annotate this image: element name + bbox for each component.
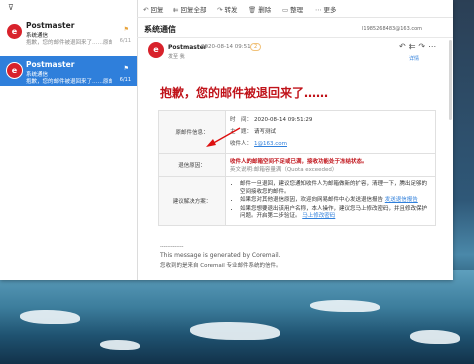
- sender-avatar: e: [148, 42, 164, 58]
- wallpaper-ice: [100, 340, 140, 350]
- wallpaper-ice: [310, 300, 380, 312]
- bounce-report-link[interactable]: 发送退信报告: [385, 197, 418, 203]
- bounce-reason: 收件人的邮箱空间不足或已满，接收功能处于冻结状态。: [230, 159, 368, 165]
- attachment-count-badge[interactable]: 2: [250, 43, 262, 51]
- bounce-english: 英文说明:邮箱容量满（Quota exceeded）: [230, 167, 338, 173]
- message-list: ⊽ e Postmaster ⚑ 系统通信 抱歉，您的邮件被退回来了……原邮..…: [0, 0, 138, 280]
- message-date: 2020-08-14 09:51: [201, 44, 251, 50]
- trash-icon: 🗑: [248, 6, 257, 14]
- more-icon[interactable]: ⋯: [428, 42, 439, 51]
- recipient-key: 收件人：: [230, 141, 253, 147]
- reply-icon[interactable]: ↶: [399, 42, 409, 51]
- change-password-link[interactable]: 马上修改密码: [302, 213, 335, 219]
- footer-english: This message is generated by Coremail.: [160, 252, 281, 259]
- folder-icon: ▭: [282, 6, 289, 14]
- filter-icon[interactable]: ⊽: [8, 3, 14, 12]
- reply-all-icon[interactable]: ⇇: [409, 42, 419, 51]
- more-icon: ⋯: [315, 6, 322, 14]
- details-link[interactable]: 详情: [409, 55, 419, 62]
- organize-button[interactable]: ▭ 整理: [282, 4, 303, 14]
- wallpaper-ice: [410, 330, 460, 344]
- avatar: e: [6, 23, 23, 40]
- time-key: 时 间：: [230, 117, 253, 123]
- reply-all-icon: ⇇: [173, 6, 179, 14]
- sender-name: Postmaster: [26, 60, 75, 69]
- sender-name: Postmaster: [26, 21, 75, 30]
- message-actions: ↶⇇↷⋯: [399, 42, 439, 51]
- solution-cell: 邮件一旦退回，建议您通知收件人为邮箱做新的扩容，清理一下，腾出足够的空间接收您的…: [225, 176, 436, 226]
- forward-button[interactable]: ↷ 转发: [217, 4, 237, 14]
- reply-all-button[interactable]: ⇇ 回复全部: [173, 4, 206, 14]
- reply-icon: ↶: [143, 6, 149, 14]
- subject-key: 主 题：: [230, 129, 253, 135]
- mail-preview: 抱歉，您的邮件被退回来了……原邮...: [26, 40, 112, 46]
- bounce-label: 退信原因：: [158, 153, 226, 177]
- scrollbar[interactable]: [449, 40, 452, 120]
- mail-date: 6/11: [119, 38, 131, 44]
- bounce-reason-cell: 收件人的邮箱空间不足或已满，接收功能处于冻结状态。 英文说明:邮箱容量满（Quo…: [225, 153, 436, 177]
- toolbar: ↶ 回复 ⇇ 回复全部 ↷ 转发 🗑 删除 ▭ 整理 ⋯ 更多: [137, 0, 453, 18]
- mail-window: ⊽ e Postmaster ⚑ 系统通信 抱歉，您的邮件被退回来了……原邮..…: [0, 0, 453, 280]
- recipient-link[interactable]: 1@163.com: [254, 141, 287, 147]
- divider: [137, 37, 453, 38]
- suggestion-item: 邮件一旦退回，建议您通知收件人为邮箱做新的扩容，清理一下，腾出足够的空间接收您的…: [240, 181, 431, 196]
- account-email: l1985268483@163.com: [362, 26, 423, 32]
- forward-icon: ↷: [217, 6, 223, 14]
- bounce-table: 原邮件信息： 时 间： 2020-08-14 09:51:29 主 题： 请写测试 …: [158, 110, 436, 226]
- wallpaper-ice: [190, 322, 280, 340]
- more-button[interactable]: ⋯ 更多: [315, 4, 337, 14]
- sent-to: 发至 我: [168, 54, 185, 60]
- subject-value: 请写测试: [254, 129, 277, 135]
- time-value: 2020-08-14 09:51:29: [254, 117, 313, 123]
- list-item-selected[interactable]: e Postmaster ⚑ 系统通信 抱歉，您的邮件被退回来了……原邮... …: [0, 56, 137, 86]
- list-item[interactable]: e Postmaster ⚑ 系统通信 抱歉，您的邮件被退回来了……原邮... …: [0, 17, 137, 47]
- mail-preview: 抱歉，您的邮件被退回来了……原邮...: [26, 79, 112, 85]
- pin-icon[interactable]: ⚑: [124, 65, 129, 72]
- solution-label: 建议解决方案：: [158, 176, 226, 226]
- bounce-headline: 抱歉，您的邮件被退回来了……: [160, 86, 329, 100]
- orig-info: 时 间： 2020-08-14 09:51:29 主 题： 请写测试 收件人： 1@1…: [225, 110, 436, 154]
- suggestion-list: 邮件一旦退回，建议您通知收件人为邮箱做新的扩容，清理一下，腾出足够的空间接收您的…: [230, 181, 431, 221]
- footer-chinese: 您收到的是来自 Coremail 专业邮件系统的信件。: [160, 263, 282, 269]
- desktop-wallpaper: [0, 270, 474, 364]
- orig-label: 原邮件信息：: [158, 110, 226, 154]
- suggestion-item: 如果您想要退出该用户名称，本人操作，建议您马上修改密码，并且修改保护问题。开启第…: [240, 206, 431, 221]
- wallpaper-ice: [20, 310, 80, 324]
- mail-date: 6/11: [119, 77, 131, 83]
- forward-icon[interactable]: ↷: [418, 42, 428, 51]
- reply-button[interactable]: ↶ 回复: [143, 4, 163, 14]
- pin-icon[interactable]: ⚑: [124, 26, 129, 33]
- suggestion-item: 如果您对其他退信原因，欢迎向网易邮件中心发送退信报告 发送退信报告: [240, 197, 431, 205]
- folder-title: 系统通信: [144, 25, 176, 34]
- avatar: e: [6, 62, 23, 79]
- footer-divider: -------------: [160, 244, 184, 250]
- delete-button[interactable]: 🗑 删除: [248, 4, 271, 14]
